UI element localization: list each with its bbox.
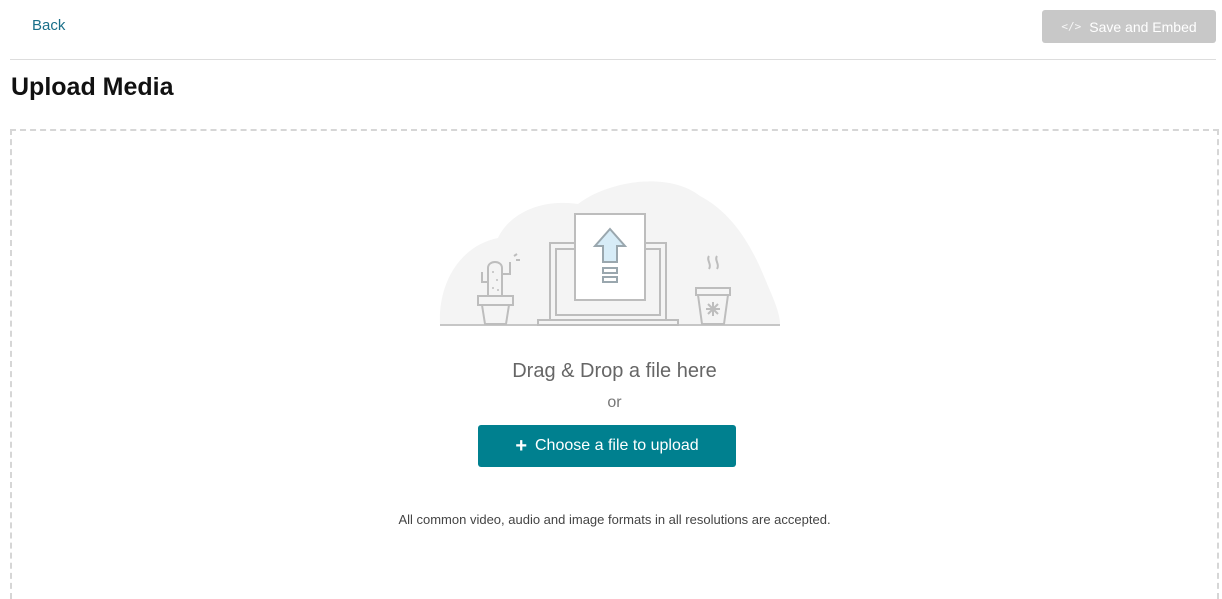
page-title: Upload Media <box>11 73 174 101</box>
code-icon: </> <box>1061 20 1082 33</box>
upload-illustration-icon <box>439 181 780 326</box>
drag-drop-text: Drag & Drop a file here <box>512 360 717 382</box>
save-and-embed-button[interactable]: </> Save and Embed <box>1042 10 1216 43</box>
back-link[interactable]: Back <box>32 17 65 34</box>
choose-file-button[interactable]: + Choose a file to upload <box>478 425 736 467</box>
save-and-embed-label: Save and Embed <box>1089 18 1197 35</box>
accepted-formats-text: All common video, audio and image format… <box>398 512 831 527</box>
plus-icon: + <box>515 435 527 457</box>
top-bar: Back </> Save and Embed <box>10 0 1216 60</box>
upload-dropzone[interactable]: Drag & Drop a file here or + Choose a fi… <box>10 129 1219 599</box>
or-separator-text: or <box>607 394 622 411</box>
choose-file-label: Choose a file to upload <box>535 437 699 454</box>
